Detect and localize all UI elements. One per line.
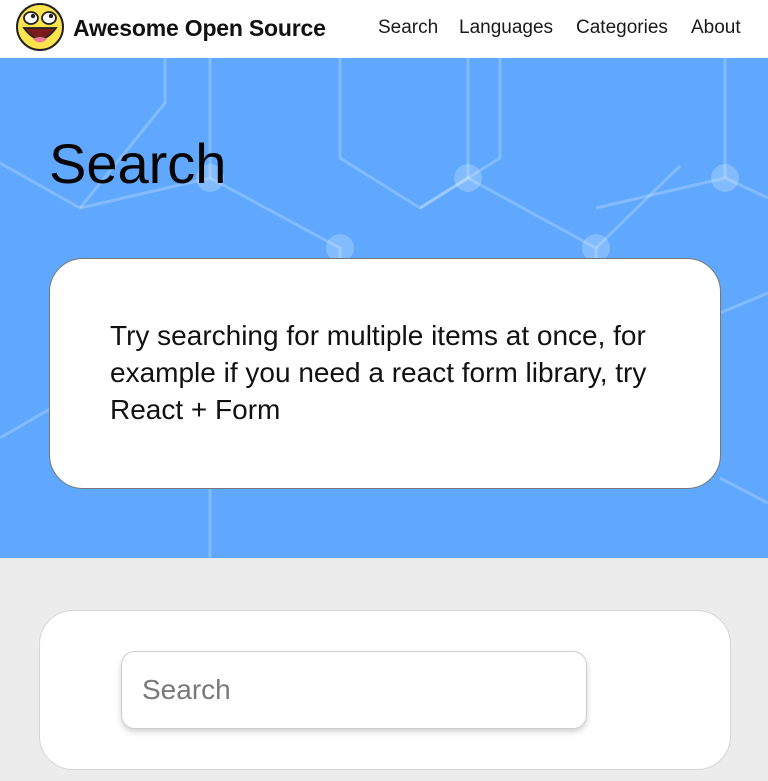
search-tip-text: Try searching for multiple items at once…	[110, 320, 647, 425]
site-title[interactable]: Awesome Open Source	[73, 15, 326, 42]
search-input[interactable]	[121, 651, 587, 729]
top-navbar: Awesome Open Source Search Languages Cat…	[0, 0, 768, 58]
search-tip-card: Try searching for multiple items at once…	[49, 258, 721, 489]
nav-about-link[interactable]: About	[691, 17, 741, 39]
hero-section: Search Try searching for multiple items …	[0, 58, 768, 558]
search-panel	[39, 610, 731, 770]
nav-languages-link[interactable]: Languages	[459, 17, 553, 39]
nav-search-link[interactable]: Search	[378, 17, 438, 39]
awesome-smiley-logo-icon[interactable]	[15, 2, 65, 52]
page-title: Search	[49, 132, 227, 195]
nav-categories-link[interactable]: Categories	[576, 17, 668, 39]
